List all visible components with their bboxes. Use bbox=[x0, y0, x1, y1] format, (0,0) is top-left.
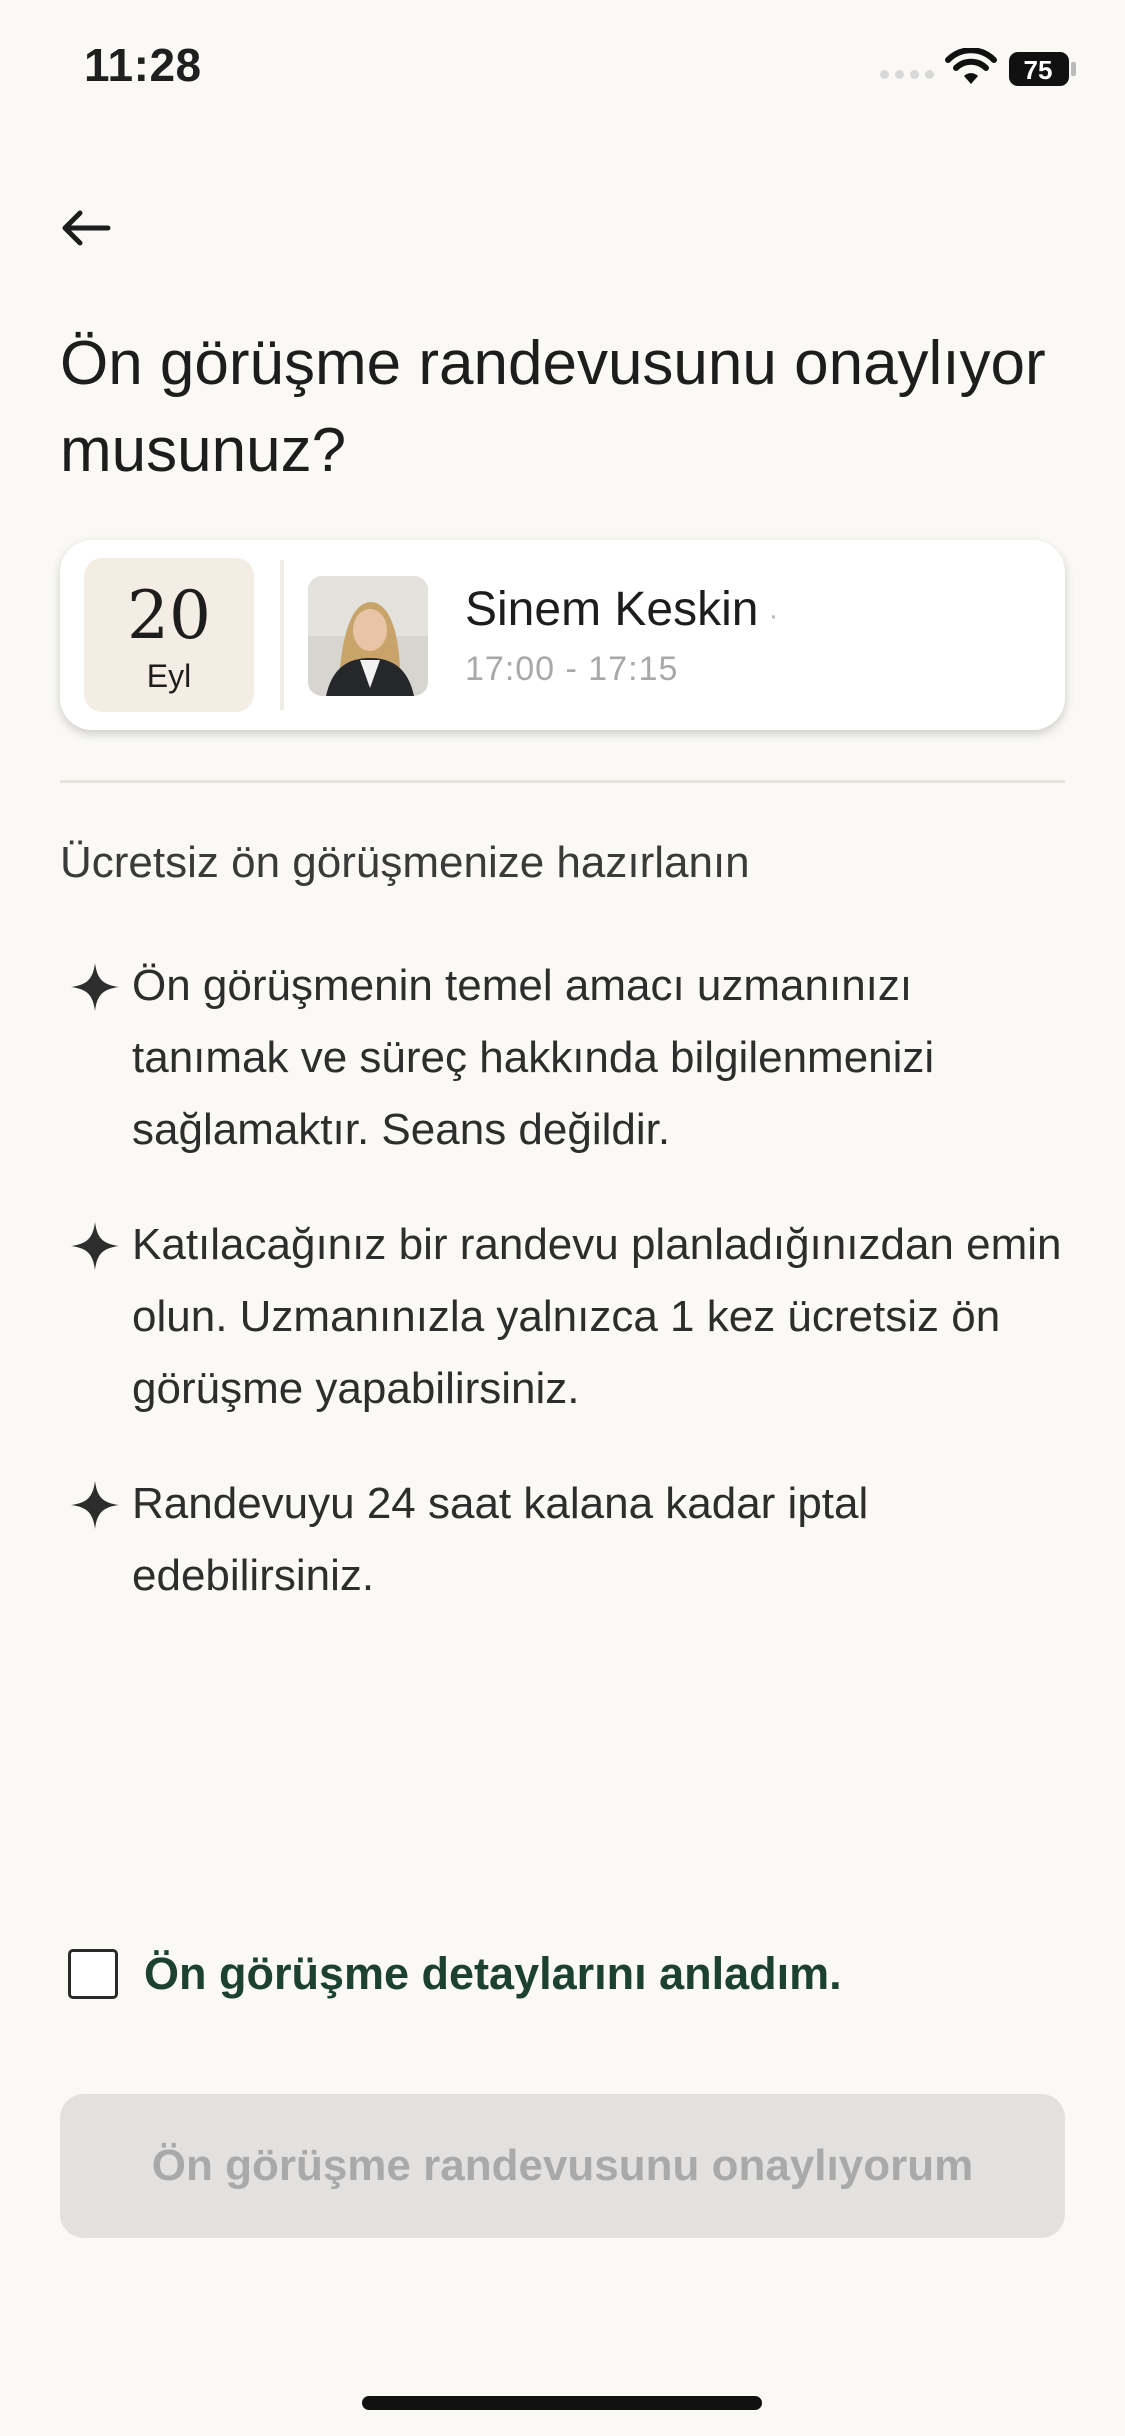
appointment-time: 17:00 - 17:15 bbox=[465, 650, 679, 688]
list-item: Ön görüşmenin temel amacı uzmanınızı tan… bbox=[60, 950, 1070, 1166]
prep-list: Ön görüşmenin temel amacı uzmanınızı tan… bbox=[60, 950, 1070, 1612]
back-arrow-icon[interactable] bbox=[56, 198, 116, 258]
battery-level: 75 bbox=[1024, 55, 1053, 85]
appointment-card: 20 Eyl Sinem Keskin · 17:00 - 17:15 bbox=[60, 540, 1065, 730]
list-item-text: Katılacağınız bir randevu planladığınızd… bbox=[132, 1220, 1062, 1413]
agreement-label[interactable]: Ön görüşme detaylarını anladım. bbox=[144, 1948, 842, 2000]
sparkle-icon bbox=[71, 1222, 119, 1270]
battery-icon: 75 bbox=[1009, 52, 1076, 86]
page-title: Ön görüşme randevusunu onaylıyor musunuz… bbox=[60, 329, 1046, 485]
date-day: 20 bbox=[127, 577, 211, 654]
list-item: Randevuyu 24 saat kalana kadar iptal ede… bbox=[60, 1468, 1070, 1612]
status-bar: 11:28 75 bbox=[0, 0, 1125, 140]
avatar bbox=[308, 576, 428, 696]
date-tile: 20 Eyl bbox=[84, 558, 254, 712]
confirm-appointment-button[interactable]: Ön görüşme randevusunu onaylıyorum bbox=[60, 2094, 1065, 2238]
section-divider bbox=[60, 780, 1065, 783]
card-divider bbox=[280, 560, 284, 710]
list-item: Katılacağınız bir randevu planladığınızd… bbox=[60, 1209, 1070, 1425]
sparkle-icon bbox=[71, 963, 119, 1011]
prep-heading: Ücretsiz ön görüşmenize hazırlanın bbox=[60, 838, 750, 887]
expert-name: Sinem Keskin · bbox=[465, 582, 778, 637]
date-month: Eyl bbox=[146, 658, 192, 694]
sparkle-icon bbox=[71, 1481, 119, 1529]
list-item-text: Ön görüşmenin temel amacı uzmanınızı tan… bbox=[132, 961, 935, 1154]
cellular-signal-icon bbox=[880, 70, 934, 79]
agreement-checkbox[interactable] bbox=[68, 1949, 118, 1999]
status-time: 11:28 bbox=[84, 39, 202, 91]
home-indicator bbox=[362, 2396, 762, 2410]
agreement-row[interactable]: Ön görüşme detaylarını anladım. bbox=[68, 1946, 842, 2002]
wifi-icon bbox=[945, 48, 997, 84]
expert-name-text: Sinem Keskin bbox=[465, 583, 759, 636]
list-item-text: Randevuyu 24 saat kalana kadar iptal ede… bbox=[132, 1479, 869, 1600]
name-separator-dot: · bbox=[768, 599, 779, 632]
